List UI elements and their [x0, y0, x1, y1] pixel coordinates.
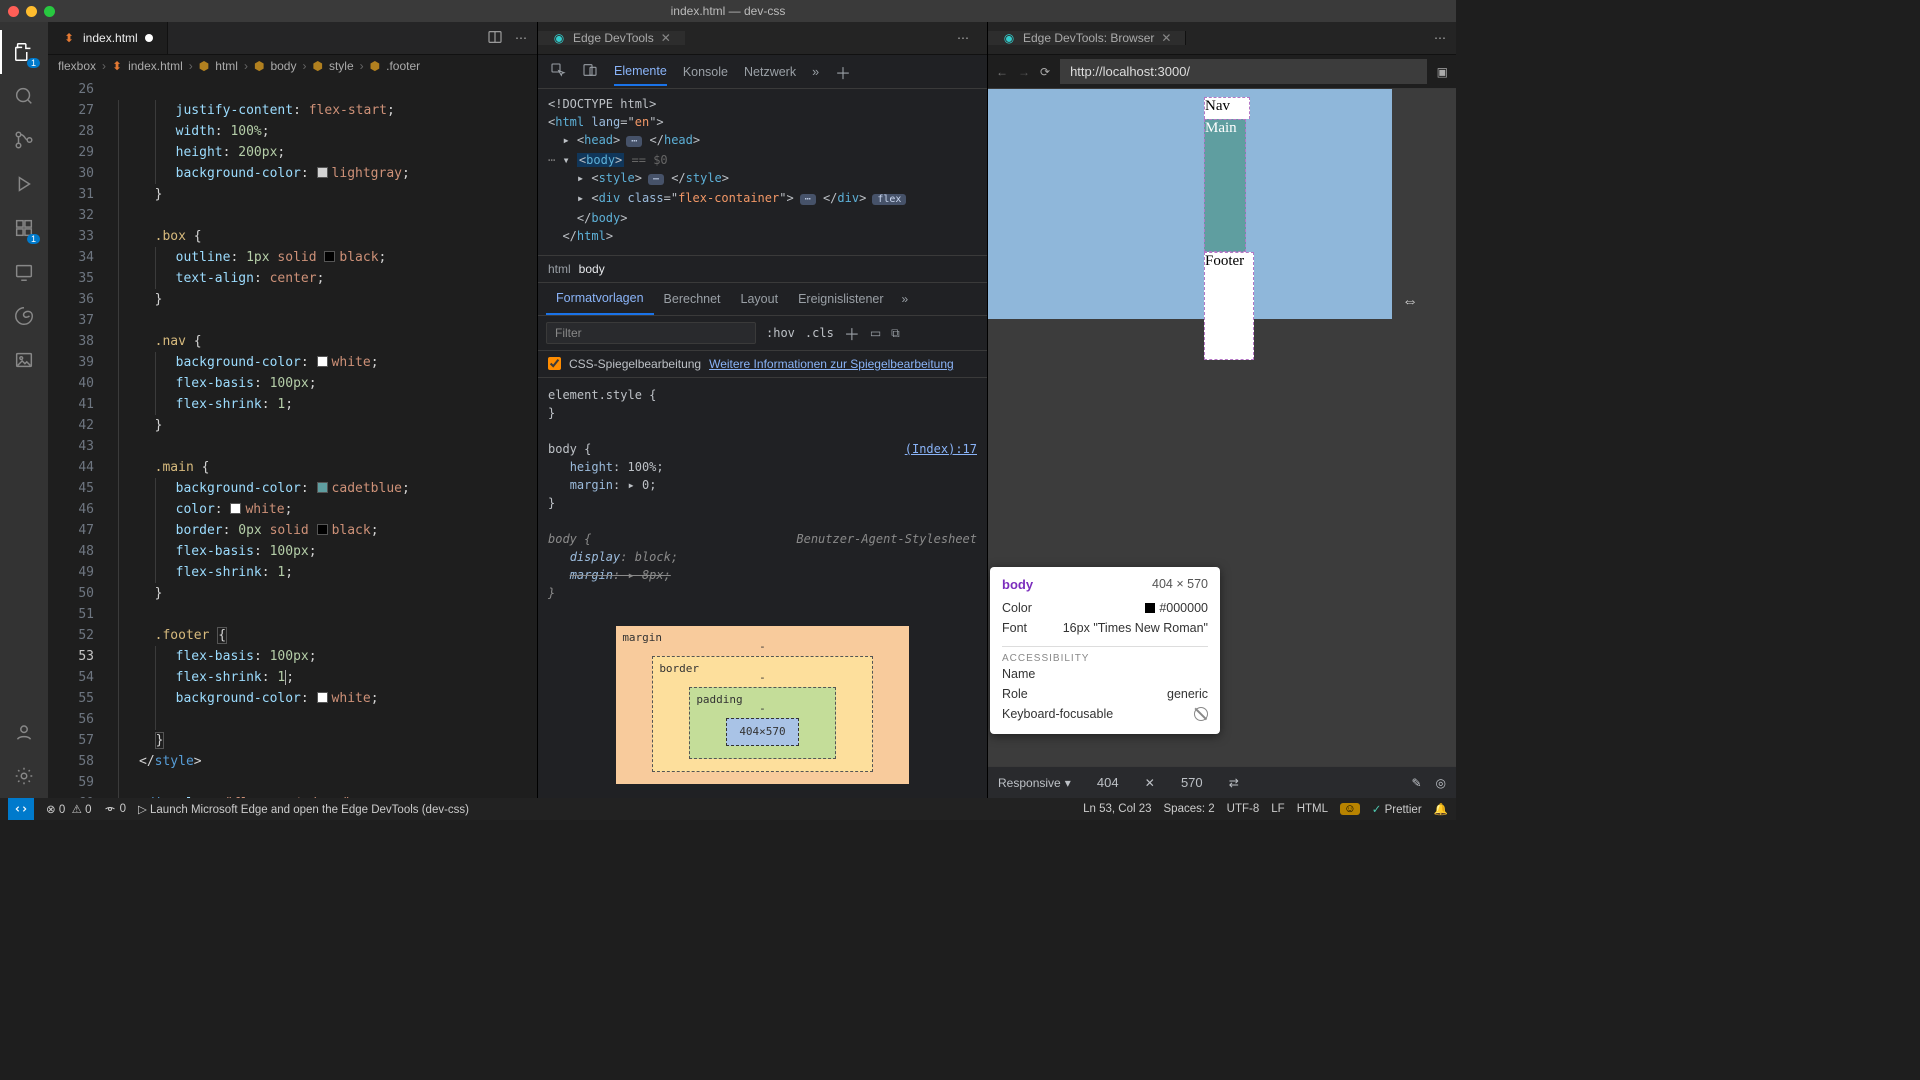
page-nav: Nav [1204, 97, 1250, 119]
line-gutter: 2627282930313233343536373839404142434445… [48, 77, 110, 798]
more-actions-icon[interactable]: ⋯ [957, 31, 969, 45]
ports[interactable]: 0 [104, 803, 126, 815]
styles-filter-input[interactable]: Filter [546, 322, 756, 344]
page-footer: Footer [1204, 252, 1254, 360]
styles-tab-formatvorlagen[interactable]: Formatvorlagen [546, 283, 654, 315]
status-bar: ⊗ 0 ⚠ 0 0 ▷ Launch Microsoft Edge and op… [0, 798, 1456, 820]
errors-count[interactable]: ⊗ 0 ⚠ 0 [46, 802, 92, 816]
add-tab-icon[interactable]: ＋ [835, 60, 851, 84]
activity-edge-icon[interactable] [0, 294, 48, 338]
close-icon[interactable]: ✕ [661, 31, 671, 45]
activity-scm[interactable] [0, 118, 48, 162]
ln-col[interactable]: Ln 53, Col 23 [1083, 803, 1151, 815]
styles-tab-layout[interactable]: Layout [731, 284, 789, 314]
encoding[interactable]: UTF-8 [1227, 803, 1260, 815]
ext-badge: 1 [27, 234, 40, 244]
viewport-height-input[interactable] [1169, 775, 1215, 790]
activity-explorer[interactable]: 1 [0, 30, 48, 74]
activity-bar: 1 1 [0, 22, 48, 798]
edge-icon: ◉ [552, 31, 566, 45]
styles-list[interactable]: element.style {} body {(Index):17 height… [538, 378, 987, 798]
traffic-zoom[interactable] [44, 6, 55, 17]
dirty-indicator-icon [145, 34, 153, 42]
copilot-icon[interactable]: ☺ [1340, 803, 1360, 815]
prettier-status[interactable]: ✓ Prettier [1372, 802, 1422, 816]
notifications-icon[interactable]: 🔔 [1434, 802, 1448, 816]
nav-forward-icon[interactable]: → [1018, 65, 1030, 79]
tab-console[interactable]: Konsole [683, 59, 728, 85]
chevron-down-icon: ▾ [1065, 776, 1071, 790]
styles-tab-berechnet[interactable]: Berechnet [654, 284, 731, 314]
code-content: justify-content: flex-start; width: 100%… [110, 77, 537, 798]
device-mode-select[interactable]: Responsive ▾ [998, 776, 1071, 790]
inspect-icon[interactable] [550, 62, 566, 81]
inspect-toggle-icon[interactable]: ▣ [1437, 65, 1448, 79]
close-icon[interactable]: ✕ [1161, 31, 1171, 45]
rotate-icon[interactable]: ⇄ [1229, 776, 1239, 790]
styles-tab-ereignis[interactable]: Ereignislistener [788, 284, 893, 314]
url-input[interactable] [1060, 59, 1427, 84]
devtools-panel-tabbar: ◉ Edge DevTools ✕ ⋯ [538, 22, 987, 55]
activity-remote[interactable] [0, 250, 48, 294]
mirror-label: CSS-Spiegelbearbeitung [569, 357, 701, 371]
activity-extensions[interactable]: 1 [0, 206, 48, 250]
page-main: Main [1204, 119, 1246, 252]
more-tabs-icon[interactable]: » [812, 65, 819, 79]
tab-network[interactable]: Netzwerk [744, 59, 796, 85]
edge-icon: ◉ [1002, 31, 1016, 45]
not-focusable-icon [1194, 707, 1208, 721]
breadcrumb[interactable]: flexbox› ⬍index.html› ⬢html› ⬢body› ⬢sty… [48, 55, 537, 77]
launch-task[interactable]: ▷ Launch Microsoft Edge and open the Edg… [138, 802, 469, 816]
split-editor-icon[interactable] [487, 29, 503, 48]
more-actions-icon[interactable]: ⋯ [1434, 31, 1446, 45]
inspect-tooltip: body404 × 570 Color#000000 Font16px "Tim… [990, 567, 1220, 734]
mirror-checkbox[interactable] [548, 357, 561, 370]
cls-toggle[interactable]: .cls [805, 326, 834, 340]
new-style-icon[interactable]: ＋ [844, 321, 860, 345]
traffic-close[interactable] [8, 6, 19, 17]
panel-toggle-icon[interactable]: ⧉ [891, 326, 900, 341]
source-link[interactable]: (Index):17 [905, 440, 977, 458]
language-mode[interactable]: HTML [1297, 803, 1328, 815]
nav-back-icon[interactable]: ← [996, 65, 1008, 79]
dom-breadcrumb[interactable]: html body [538, 256, 987, 283]
browser-tab[interactable]: ◉ Edge DevTools: Browser ✕ [988, 31, 1186, 45]
box-model: margin- border- padding- 404×570 [548, 602, 977, 784]
dom-tree[interactable]: <!DOCTYPE html> <html lang="en"> ▸ <head… [538, 89, 987, 256]
tab-elements[interactable]: Elemente [614, 58, 667, 86]
activity-account[interactable] [0, 710, 48, 754]
code-editor[interactable]: 2627282930313233343536373839404142434445… [48, 77, 537, 798]
tab-label: index.html [83, 31, 138, 45]
window-titlebar: index.html — dev-css [0, 0, 1456, 22]
browser-panel-tabbar: ◉ Edge DevTools: Browser ✕ ⋯ [988, 22, 1456, 55]
remote-indicator[interactable] [8, 798, 34, 820]
activity-search[interactable] [0, 74, 48, 118]
editor-tab-bar: ⬍ index.html ⋯ [48, 22, 537, 55]
more-styles-tabs-icon[interactable]: » [894, 292, 917, 306]
tab-index-html[interactable]: ⬍ index.html [48, 22, 168, 54]
reload-icon[interactable]: ⟳ [1040, 65, 1050, 79]
indent[interactable]: Spaces: 2 [1164, 803, 1215, 815]
more-actions-icon[interactable]: ⋯ [515, 31, 527, 45]
explorer-badge: 1 [27, 58, 40, 68]
traffic-minimize[interactable] [26, 6, 37, 17]
viewport-resize-icon[interactable]: ⇔ [1402, 293, 1418, 311]
window-title: index.html — dev-css [671, 4, 786, 18]
html-file-icon: ⬍ [62, 31, 76, 45]
eyedrop-icon[interactable]: ✎ [1411, 776, 1421, 790]
computed-toggle-icon[interactable]: ▭ [870, 326, 881, 340]
hov-toggle[interactable]: :hov [766, 326, 795, 340]
device-toggle-icon[interactable] [582, 62, 598, 81]
device-toolbar: Responsive ▾ ✕ ⇄ ✎ ◎ [988, 766, 1456, 798]
activity-settings[interactable] [0, 754, 48, 798]
browser-viewport[interactable]: Nav Main Footer ⇔ body404 × 570 Color#00… [988, 89, 1456, 766]
mirror-link[interactable]: Weitere Informationen zur Spiegelbearbei… [709, 357, 954, 371]
target-icon[interactable]: ◎ [1436, 776, 1446, 790]
devtools-tab[interactable]: ◉ Edge DevTools ✕ [538, 31, 685, 45]
viewport-width-input[interactable] [1085, 775, 1131, 790]
activity-image-icon[interactable] [0, 338, 48, 382]
activity-run[interactable] [0, 162, 48, 206]
eol[interactable]: LF [1271, 803, 1284, 815]
